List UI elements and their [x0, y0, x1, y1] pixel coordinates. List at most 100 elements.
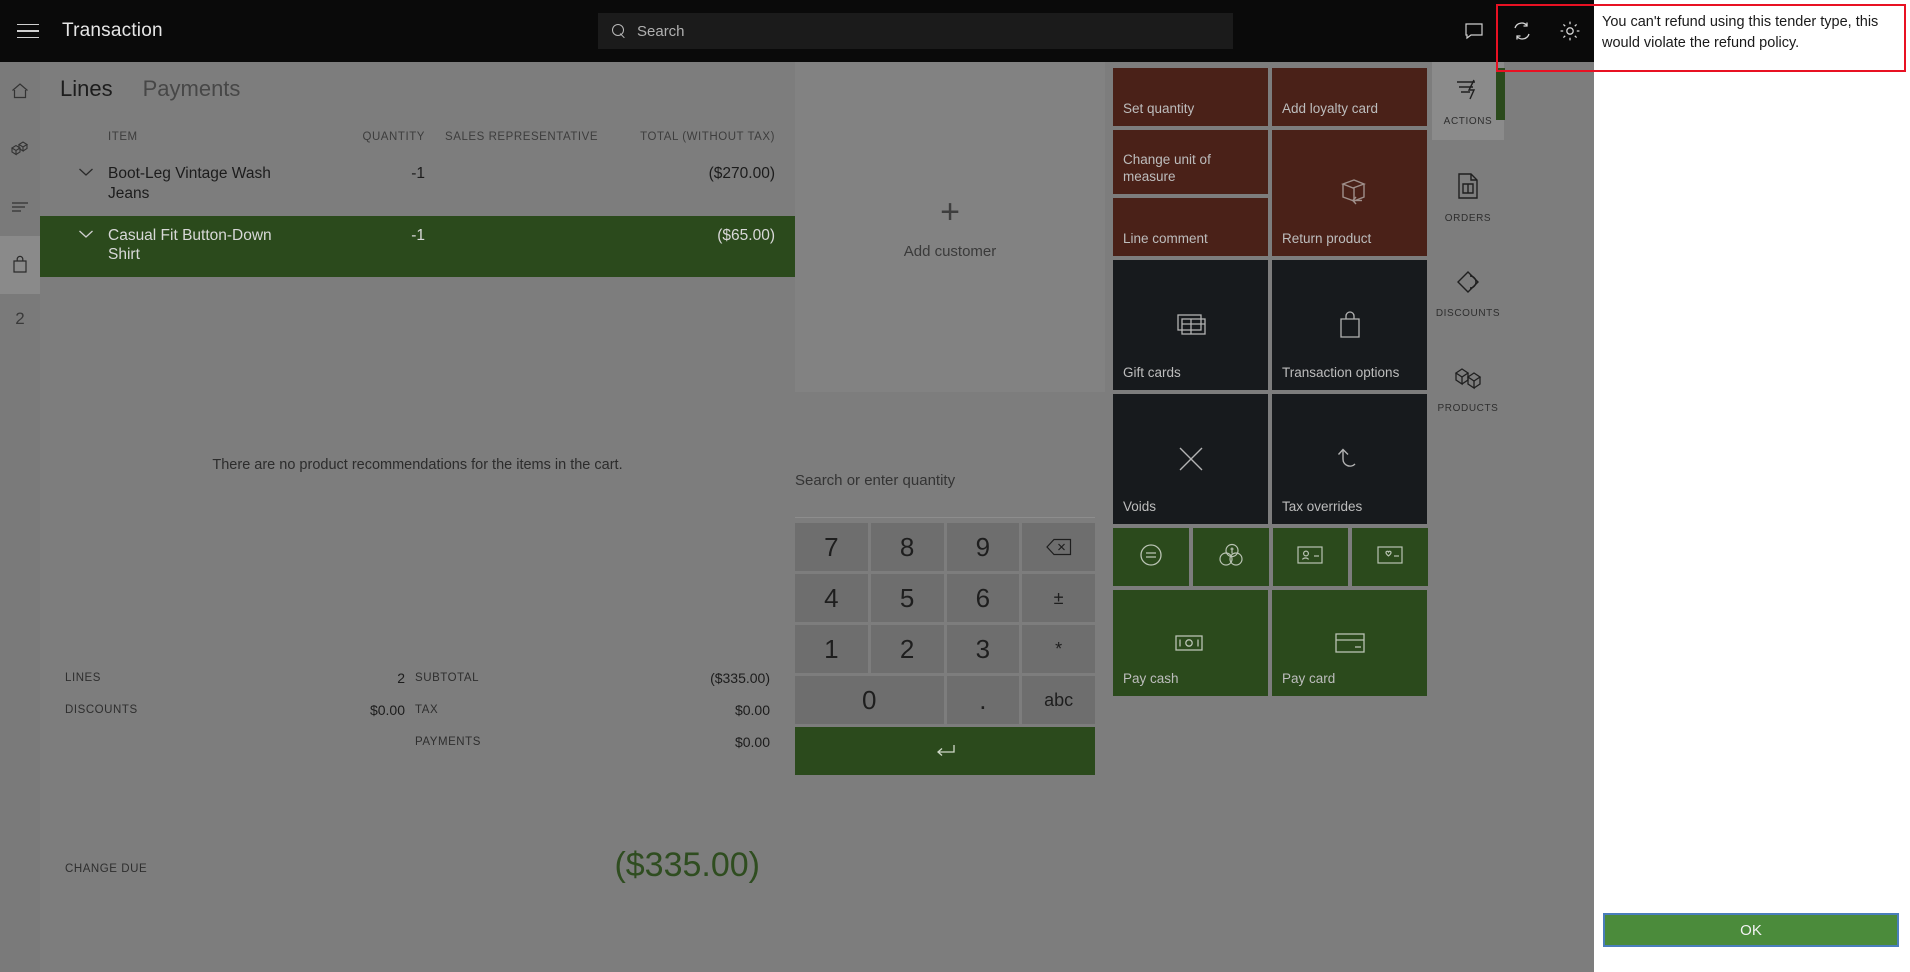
actions-lightning-icon: [1453, 76, 1483, 109]
tile-label: Tax overrides: [1282, 498, 1363, 514]
exact-amount-tile[interactable]: [1113, 528, 1189, 586]
hamburger-icon[interactable]: [0, 0, 56, 62]
totals-value: 2: [397, 670, 405, 686]
quick-payment-tiles: [1113, 528, 1428, 586]
sidebar-item-products[interactable]: [0, 120, 40, 178]
tile-tax-overrides[interactable]: Tax overrides: [1272, 394, 1427, 524]
tile-label: Voids: [1123, 498, 1157, 514]
line-item-total: ($65.00): [717, 226, 775, 244]
sidebar-item-orders[interactable]: ORDERS: [1432, 158, 1504, 236]
tile-set-quantity[interactable]: Set quantity: [1113, 68, 1268, 126]
recommendation-message: There are no product recommendations for…: [212, 457, 623, 473]
chevron-down-icon[interactable]: [60, 226, 108, 239]
center-column: + Add customer Search or enter quantity …: [795, 62, 1110, 972]
cart-column-headers: ITEM QUANTITY SALES REPRESENTATIVE TOTAL…: [40, 120, 795, 154]
cart-item-count: 2: [15, 309, 25, 328]
loyalty-card-tile[interactable]: [1352, 528, 1428, 586]
numeric-keypad: 7 8 9 4 5 6 ± 1 2 3 * 0 . abc: [795, 517, 1095, 775]
numpad-key-9[interactable]: 9: [946, 523, 1020, 571]
table-row[interactable]: Casual Fit Button-Down Shirt -1 ($65.00): [40, 215, 795, 278]
totals-panel: LINES 2 DISCOUNTS $0.00 SUBTOTAL ($335.0…: [40, 662, 795, 885]
numpad-key-decimal[interactable]: .: [946, 676, 1020, 724]
numpad-key-7[interactable]: 7: [795, 523, 868, 571]
tile-label: Pay card: [1282, 670, 1336, 686]
sidebar-item-label: ORDERS: [1444, 212, 1492, 224]
numpad-key-5[interactable]: 5: [870, 574, 944, 622]
tile-voids[interactable]: Voids: [1113, 394, 1268, 524]
line-item-quantity: -1: [411, 226, 425, 244]
totals-label: SUBTOTAL: [415, 672, 480, 684]
tile-pay-cash[interactable]: Pay cash: [1113, 590, 1268, 696]
sidebar-item-products[interactable]: PRODUCTS: [1432, 350, 1504, 428]
sidebar-item-discounts[interactable]: DISCOUNTS: [1432, 254, 1504, 332]
feedback-icon[interactable]: [1450, 0, 1498, 62]
sidebar-item-actions[interactable]: ACTIONS: [1432, 62, 1504, 140]
numpad-key-8[interactable]: 8: [870, 523, 944, 571]
dialog-message: You can't refund using this tender type,…: [1602, 14, 1879, 51]
search-placeholder: Search: [637, 22, 685, 40]
tile-change-unit-of-measure[interactable]: Change unit of measure: [1113, 130, 1268, 194]
tile-label: Return product: [1282, 230, 1372, 246]
numpad-key-3[interactable]: 3: [946, 625, 1020, 673]
quantity-hint-text: Search or enter quantity: [795, 472, 956, 489]
sidebar-item-home[interactable]: [0, 62, 40, 120]
totals-label: PAYMENTS: [415, 736, 481, 748]
backspace-icon[interactable]: [1022, 523, 1095, 571]
totals-label: DISCOUNTS: [65, 704, 138, 716]
tab-payments[interactable]: Payments: [143, 76, 241, 108]
totals-right-column: SUBTOTAL ($335.00) TAX $0.00 PAYMENTS $0…: [405, 662, 770, 758]
discount-tag-icon: [1453, 268, 1483, 301]
numpad-key-plus-minus[interactable]: ±: [1022, 574, 1095, 622]
tile-line-comment[interactable]: Line comment: [1113, 198, 1268, 256]
totals-value: $0.00: [369, 702, 405, 718]
cart-pane: Lines Payments ITEM QUANTITY SALES REPRE…: [40, 62, 795, 972]
sidebar-item-cart[interactable]: [0, 236, 40, 294]
numpad-key-2[interactable]: 2: [870, 625, 944, 673]
column-header-total: TOTAL (WITHOUT TAX): [640, 131, 775, 143]
tile-transaction-options[interactable]: Transaction options: [1272, 260, 1427, 390]
change-due-row: CHANGE DUE ($335.00): [65, 846, 770, 885]
sidebar-item-label: ACTIONS: [1443, 115, 1493, 127]
equals-circle-icon: [1137, 541, 1165, 574]
numpad-key-1[interactable]: 1: [795, 625, 868, 673]
right-navigation-rail: ACTIONS ORDERS DISCOUNTS PRODUCTS: [1432, 62, 1504, 972]
plus-icon: +: [940, 192, 960, 231]
tile-label: Gift cards: [1123, 364, 1181, 380]
tile-label: Change unit of measure: [1123, 152, 1211, 184]
sidebar-item-lines[interactable]: [0, 178, 40, 236]
refund-policy-dialog: You can't refund using this tender type,…: [1594, 0, 1910, 972]
totals-row-discounts: DISCOUNTS $0.00: [65, 694, 405, 726]
numpad-key-4[interactable]: 4: [795, 574, 868, 622]
totals-row-tax: TAX $0.00: [415, 694, 770, 726]
add-customer-label: Add customer: [903, 242, 997, 260]
numpad-key-asterisk[interactable]: *: [1022, 625, 1095, 673]
tile-gift-cards[interactable]: Gift cards: [1113, 260, 1268, 390]
screen-root: Transaction Search 2 Lines Payments ITEM…: [0, 0, 1910, 972]
actions-selection-indicator: [1496, 68, 1505, 120]
numpad-key-0[interactable]: 0: [795, 676, 944, 724]
settings-gear-icon[interactable]: [1546, 0, 1594, 62]
table-row[interactable]: Boot-Leg Vintage Wash Jeans -1 ($270.00): [40, 154, 795, 216]
numpad-key-6[interactable]: 6: [946, 574, 1020, 622]
sync-icon[interactable]: [1498, 0, 1546, 62]
tile-return-product[interactable]: Return product: [1272, 130, 1427, 256]
left-navigation-rail: 2: [0, 62, 40, 972]
line-item-total: ($270.00): [708, 165, 775, 182]
chevron-down-icon[interactable]: [60, 164, 108, 177]
add-customer-button[interactable]: + Add customer: [795, 62, 1105, 392]
numpad-key-abc[interactable]: abc: [1022, 676, 1095, 724]
sidebar-item-label: DISCOUNTS: [1435, 307, 1501, 319]
search-input[interactable]: Search: [598, 13, 1233, 49]
foreign-currency-tile[interactable]: [1192, 528, 1269, 586]
customer-account-tile[interactable]: [1272, 528, 1349, 586]
tab-lines[interactable]: Lines: [60, 76, 113, 108]
numpad-enter-button[interactable]: [795, 727, 1095, 775]
totals-value: $0.00: [734, 702, 770, 718]
tile-add-loyalty-card[interactable]: Add loyalty card: [1272, 68, 1427, 126]
top-bar: Transaction Search: [0, 0, 1594, 62]
action-tiles-panel: Set quantity Add loyalty card Change uni…: [1113, 68, 1428, 700]
ok-button[interactable]: OK: [1603, 913, 1899, 947]
tile-pay-card[interactable]: Pay card: [1272, 590, 1427, 696]
totals-label: TAX: [415, 704, 439, 716]
change-due-value: ($335.00): [614, 846, 760, 884]
